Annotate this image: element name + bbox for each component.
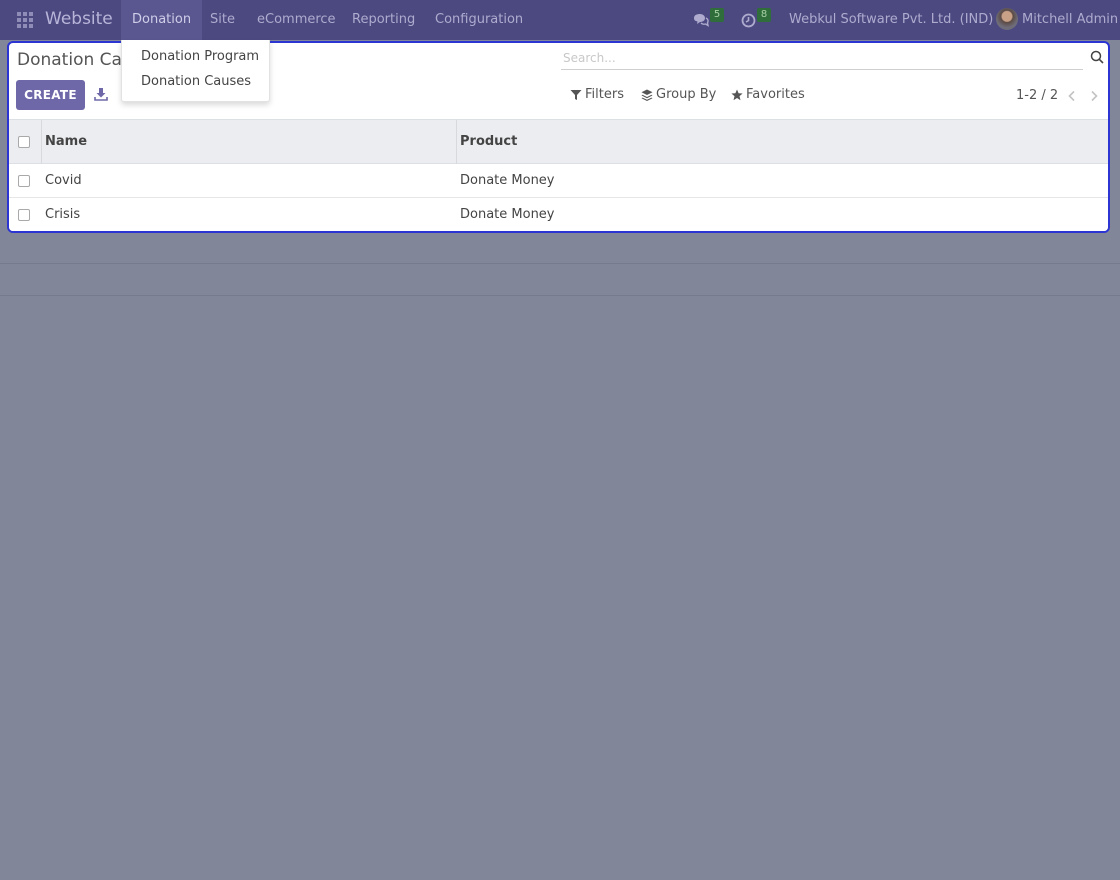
table-header: Name Product	[9, 119, 1108, 164]
cell-product: Donate Money	[460, 207, 555, 222]
chat-icon[interactable]	[693, 13, 709, 27]
star-icon	[731, 89, 743, 100]
cell-name: Covid	[45, 173, 82, 188]
search-input[interactable]	[561, 46, 1083, 70]
filters-label: Filters	[585, 87, 624, 102]
select-all-checkbox[interactable]	[18, 136, 30, 148]
chevron-left-icon[interactable]	[1067, 90, 1077, 102]
clock-icon[interactable]	[741, 13, 756, 28]
chevron-right-icon[interactable]	[1089, 90, 1099, 102]
create-button[interactable]: CREATE	[16, 80, 85, 110]
favorites-label: Favorites	[746, 87, 805, 102]
filter-icon	[570, 89, 582, 100]
backdrop-divider	[0, 295, 1120, 296]
activities-badge: 8	[757, 8, 771, 22]
groupby-label: Group By	[656, 87, 717, 102]
top-navbar: Website Donation Site eCommerce Reportin…	[0, 0, 1120, 40]
user-menu[interactable]: Mitchell Admin	[1022, 12, 1118, 27]
user-avatar[interactable]	[996, 8, 1018, 30]
row-checkbox[interactable]	[18, 209, 30, 221]
menu-reporting[interactable]: Reporting	[352, 12, 415, 27]
favorites-button[interactable]: Favorites	[731, 87, 805, 102]
row-checkbox[interactable]	[18, 175, 30, 187]
filters-button[interactable]: Filters	[570, 87, 624, 102]
apps-grid-icon[interactable]	[17, 12, 33, 28]
donation-dropdown-menu: Donation Program Donation Causes	[121, 40, 270, 102]
column-divider	[456, 120, 457, 164]
pager-value[interactable]: 1-2 / 2	[1016, 88, 1058, 103]
groupby-button[interactable]: Group By	[641, 87, 716, 102]
search-icon[interactable]	[1090, 50, 1104, 64]
menu-ecommerce[interactable]: eCommerce	[257, 12, 336, 27]
menu-item-donation-program[interactable]: Donation Program	[141, 49, 259, 64]
layers-icon	[641, 89, 653, 101]
menu-donation[interactable]: Donation	[121, 0, 203, 40]
app-brand[interactable]: Website	[45, 9, 113, 29]
menu-site[interactable]: Site	[210, 12, 235, 27]
table-row[interactable]: Covid Donate Money	[9, 164, 1108, 198]
messages-badge: 5	[710, 8, 724, 22]
cell-product: Donate Money	[460, 173, 555, 188]
download-icon[interactable]	[94, 87, 108, 101]
company-switcher[interactable]: Webkul Software Pvt. Ltd. (IND)	[789, 12, 993, 27]
menu-configuration[interactable]: Configuration	[435, 12, 523, 27]
column-header-product[interactable]: Product	[460, 134, 517, 149]
cell-name: Crisis	[45, 207, 81, 222]
column-header-name[interactable]: Name	[45, 134, 87, 149]
table-row[interactable]: Crisis Donate Money	[9, 198, 1108, 231]
menu-item-donation-causes[interactable]: Donation Causes	[141, 74, 251, 89]
column-divider	[41, 120, 42, 164]
backdrop-divider	[0, 263, 1120, 264]
